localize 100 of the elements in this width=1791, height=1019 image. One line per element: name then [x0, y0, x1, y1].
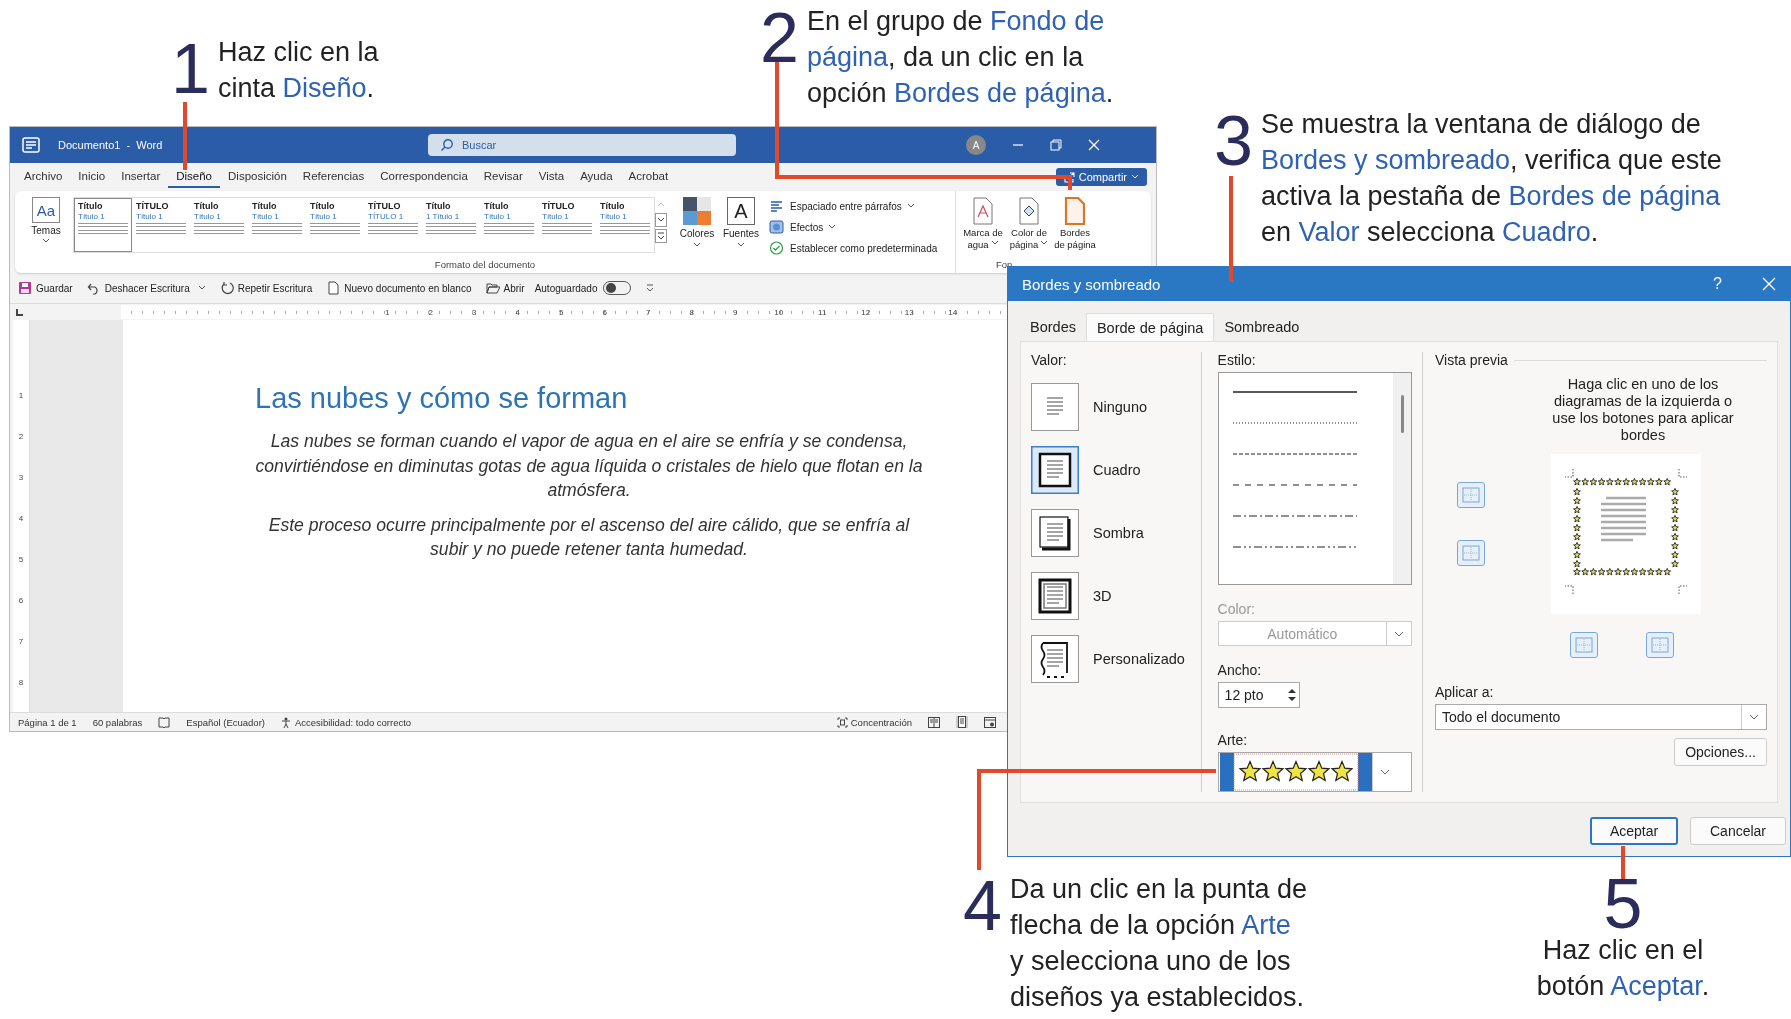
language-status[interactable]: Español (Ecuador)	[186, 716, 265, 728]
width-spinner[interactable]: 12 pto	[1217, 682, 1300, 708]
star-art-icon	[1219, 753, 1372, 791]
style-thumbnail[interactable]: Título Título 1	[596, 198, 654, 252]
instruction-text: Se muestra la ventana de diálogo de Bordes y sombreado, verifica que este activa la pestaña de Bordes de página en Valor selecciona Cuadro.	[1260, 108, 1722, 249]
ribbon-tab[interactable]: Inicio	[70, 166, 114, 188]
colors-button[interactable]: Colores	[677, 197, 717, 248]
document-paragraph: Este proceso ocurre principalmente por el ascenso del aire cálido, que se enfría al subir y no puede retener tanta humedad.	[267, 513, 911, 561]
toolbar-button[interactable]: Abrir	[485, 281, 525, 295]
search-icon	[440, 138, 454, 152]
setting-option[interactable]: Sombra	[1031, 509, 1144, 557]
themes-button[interactable]: Aa Temas	[23, 197, 69, 244]
chevron-down-icon	[1379, 769, 1390, 775]
web-layout-icon[interactable]	[984, 716, 996, 728]
word-count: 60 palabras	[92, 716, 143, 728]
preview-hint: Haga clic en uno de los diagramas de la izquierda o use los botones para aplicar bordes	[1551, 376, 1735, 444]
style-thumbnail[interactable]: Título Título 1	[248, 198, 306, 252]
setting-option[interactable]: Personalizado	[1031, 635, 1185, 683]
options-button[interactable]: Opciones...	[1674, 738, 1767, 766]
style-thumbnail[interactable]: Título 1 Título 1	[422, 198, 480, 252]
user-avatar[interactable]: A	[966, 135, 986, 155]
document-paragraph: Las nubes se forman cuando el vapor de agua en el aire se enfría y se condensa, convirtiéndose en diminutas gotas de agua líquida o cristales de hielo que flotan en la atmósfera.	[255, 430, 923, 502]
caret-icon	[197, 285, 206, 291]
restore-icon[interactable]	[1050, 139, 1062, 151]
setting-option[interactable]: Ninguno	[1031, 383, 1147, 431]
dialog-tab[interactable]: Sombreado	[1214, 313, 1310, 341]
ribbon-tab[interactable]: Ayuda	[572, 166, 621, 188]
ribbon-option[interactable]: Establecer como predeterminada	[769, 239, 938, 257]
page-background-button[interactable]: Bordes de página	[1052, 197, 1098, 251]
width-label: Ancho:	[1217, 662, 1263, 679]
scrollbar-thumb[interactable]	[1400, 395, 1404, 433]
style-thumbnail[interactable]: TÍTULO Título 1	[132, 198, 190, 252]
style-thumbnail[interactable]: Título Título 1	[190, 198, 248, 252]
toolbar-button[interactable]: Nuevo documento en blanco	[326, 281, 472, 295]
dialog-tab[interactable]: Borde de página	[1085, 313, 1215, 341]
paint-page-icon	[1017, 197, 1041, 225]
toolbar-button[interactable]: Guardar	[18, 281, 73, 295]
ribbon-tab[interactable]: Vista	[530, 166, 573, 188]
ribbon-tab[interactable]: Acrobat	[620, 166, 677, 188]
customize-toolbar-icon[interactable]	[645, 283, 656, 293]
setting-option[interactable]: 3D	[1031, 572, 1112, 620]
style-thumbnail[interactable]: Título Título 1	[480, 198, 538, 252]
grid-icon	[1462, 545, 1480, 561]
read-mode-icon[interactable]	[928, 716, 940, 728]
caret-icon	[828, 224, 837, 230]
art-dropdown[interactable]	[1217, 752, 1412, 792]
redo-icon	[219, 281, 234, 295]
ribbon-tab[interactable]: Disposición	[220, 166, 295, 188]
page-border-icon	[1031, 446, 1079, 494]
style-thumbnail[interactable]: TÍTULO TÍTULO 1	[364, 198, 422, 252]
accessibility-icon	[281, 716, 292, 728]
apply-to-label: Aplicar a:	[1435, 684, 1495, 700]
tab-selector-icon[interactable]	[16, 308, 23, 316]
help-button[interactable]: ?	[1713, 275, 1722, 293]
ribbon-option[interactable]: Espaciado entre párrafos	[769, 197, 938, 215]
ribbon-tab[interactable]: Referencias	[294, 166, 373, 188]
search-field[interactable]: Buscar	[428, 134, 736, 156]
apply-to-dropdown[interactable]: Todo el documento	[1435, 704, 1767, 730]
close-icon[interactable]	[1088, 139, 1100, 151]
caret-icon	[906, 203, 915, 209]
dialog-button[interactable]: Aceptar	[1590, 817, 1678, 845]
style-thumbnail[interactable]: Título Título 1	[306, 198, 364, 252]
paragraph-spacing-icon	[769, 199, 785, 213]
accessibility-status[interactable]: Accesibilidad: todo correcto	[281, 716, 412, 728]
ribbon-tab[interactable]: Revisar	[475, 166, 531, 188]
caret-icon	[737, 242, 745, 248]
page-background-button[interactable]: Color de página	[1006, 197, 1052, 251]
setting-option[interactable]: Cuadro	[1031, 446, 1141, 494]
setting-label: Valor:	[1031, 352, 1068, 368]
close-icon[interactable]	[1762, 277, 1776, 291]
instruction-text: Haz clic en la cinta Diseño.	[217, 36, 379, 105]
share-icon	[1063, 171, 1075, 183]
ribbon-tab[interactable]: Diseño	[168, 166, 221, 188]
page-border-icon	[1031, 383, 1079, 431]
expand-gallery-icon[interactable]	[655, 229, 667, 243]
page-border-icon	[1063, 197, 1087, 225]
ribbon-tab[interactable]: Insertar	[113, 166, 169, 188]
step-number: 4	[963, 871, 1002, 941]
print-layout-icon[interactable]	[956, 716, 968, 728]
style-thumbnail[interactable]: TÍTULO Título 1	[538, 198, 596, 252]
caret-icon	[1040, 240, 1049, 246]
scroll-down-icon[interactable]	[655, 213, 667, 227]
toolbar-button[interactable]: Repetir Escritura	[219, 281, 313, 295]
share-button[interactable]: Compartir	[1055, 168, 1147, 186]
dialog-button[interactable]: Cancelar	[1690, 817, 1786, 845]
instruction-text: Da un clic en la punta de flecha de la opción Arte y selecciona uno de los diseños ya establecidos.	[1009, 873, 1308, 1014]
page-background-button[interactable]: Marca de agua	[960, 197, 1006, 251]
ribbon-tab[interactable]: Correspondencia	[372, 166, 476, 188]
ribbon-tab[interactable]: Archivo	[16, 166, 71, 188]
book-icon[interactable]	[158, 716, 171, 728]
instruction-text: Haz clic en el botón Aceptar.	[1536, 934, 1710, 1003]
color-label: Color:	[1217, 600, 1256, 617]
toolbar-button[interactable]: Deshacer Escritura	[86, 281, 206, 295]
ribbon-option[interactable]: Efectos	[769, 218, 938, 236]
page-border-icon	[1031, 635, 1079, 683]
fonts-button[interactable]: A Fuentes	[721, 197, 761, 248]
focus-mode-button[interactable]: Concentración	[836, 716, 912, 728]
document-icon[interactable]	[22, 137, 40, 153]
dialog-title: Bordes y sombreado	[1022, 275, 1161, 293]
style-thumbnail[interactable]: Título Título 1	[74, 198, 132, 252]
